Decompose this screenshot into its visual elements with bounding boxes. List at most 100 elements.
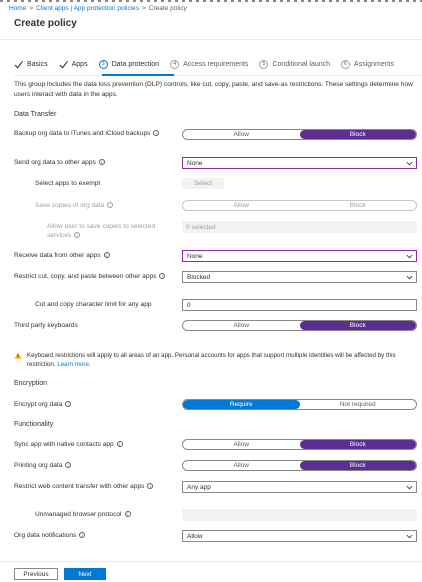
label-text: Printing org data: [14, 462, 63, 469]
breadcrumb-separator: >: [29, 5, 34, 12]
sync-contacts-toggle[interactable]: Allow Block: [182, 439, 417, 450]
info-icon[interactable]: i: [147, 483, 154, 490]
save-services-dropdown[interactable]: 0 selected: [182, 221, 417, 233]
keyboards-label: Third party keyboards: [14, 322, 78, 329]
section-data-transfer: Data Transfer: [14, 111, 57, 118]
checkmark-icon: [59, 60, 68, 68]
step-conditional-launch[interactable]: 5 Conditional launch: [259, 59, 331, 69]
info-icon[interactable]: i: [103, 252, 110, 259]
header-divider: [0, 39, 422, 40]
info-icon[interactable]: i: [74, 232, 81, 239]
toggle-require-option[interactable]: Require: [183, 400, 300, 409]
info-icon[interactable]: i: [98, 159, 105, 166]
step-apps[interactable]: Apps: [59, 60, 88, 69]
chevron-down-icon: [406, 534, 413, 539]
breadcrumb-client-apps-link[interactable]: Client apps | App protection policies: [36, 5, 139, 12]
step-number: 4: [170, 59, 180, 69]
label-text: Org data notifications: [14, 532, 77, 539]
step-label: Basics: [27, 60, 48, 68]
toggle-block-option[interactable]: Block: [299, 130, 416, 139]
toggle-block-option[interactable]: Block: [300, 201, 417, 210]
previous-button[interactable]: Previous: [14, 568, 58, 580]
label-text: Unmanaged browser protocol: [35, 511, 122, 518]
printing-label: Printing org data i: [14, 461, 169, 470]
encrypt-label: Encrypt org data i: [14, 400, 169, 409]
allow-save-services-label: Allow user to save copies to selected se…: [47, 222, 172, 240]
step-assignments[interactable]: 6 Assignments: [341, 59, 395, 69]
toggle-allow-option[interactable]: Allow: [183, 440, 300, 449]
label-text: Restrict cut, copy, and paste between ot…: [14, 273, 157, 280]
backup-toggle[interactable]: Allow Block: [182, 129, 417, 140]
receive-data-dropdown[interactable]: None: [182, 250, 417, 262]
dropdown-value: None: [187, 159, 203, 167]
step-number: 5: [259, 59, 269, 69]
step-label: Apps: [71, 60, 88, 68]
toggle-allow-option[interactable]: Allow: [183, 130, 300, 139]
keyboard-warning: Keyboard restrictions will apply to all …: [14, 351, 418, 369]
save-copies-label: Save copies of org data i: [35, 201, 170, 210]
chevron-down-icon: [406, 161, 413, 166]
breadcrumb-home-link[interactable]: Home: [9, 5, 26, 12]
dropdown-value: Allow: [187, 532, 203, 540]
step-label: Assignments: [354, 60, 395, 68]
notifications-label: Org data notifications i: [14, 531, 169, 540]
toggle-block-option[interactable]: Block: [299, 440, 416, 449]
label-text: Encrypt org data: [14, 401, 63, 408]
step-label: Access requirements: [183, 60, 249, 68]
info-icon[interactable]: i: [159, 273, 166, 280]
save-copies-toggle[interactable]: Allow Block: [182, 200, 417, 211]
breadcrumb: Home > Client apps | App protection polici…: [9, 5, 187, 12]
step-basics[interactable]: Basics: [14, 60, 48, 69]
step-data-protection[interactable]: 3 Data protection: [98, 59, 160, 69]
web-content-label: Restrict web content transfer with other…: [14, 482, 169, 491]
toggle-not-required-option[interactable]: Not required: [300, 400, 417, 409]
chevron-down-icon: [406, 254, 413, 259]
section-encryption: Encryption: [14, 380, 48, 387]
receive-data-label: Receive data from other apps i: [14, 251, 169, 260]
send-org-data-dropdown[interactable]: None: [182, 157, 417, 169]
wizard-steps: Basics Apps 3 Data protection 4 Access r…: [14, 57, 405, 71]
label-text: Sync app with native contacts app: [14, 441, 114, 448]
info-icon[interactable]: i: [153, 130, 160, 137]
step-access-requirements[interactable]: 4 Access requirements: [170, 59, 249, 69]
printing-toggle[interactable]: Allow Block: [182, 460, 417, 471]
info-icon[interactable]: i: [65, 462, 72, 469]
toggle-allow-option[interactable]: Allow: [183, 321, 300, 330]
char-limit-label: Cut and copy character limit for any app: [35, 301, 152, 308]
encrypt-toggle[interactable]: Require Not required: [182, 399, 417, 410]
label-text: Save copies of org data: [35, 202, 105, 209]
info-icon[interactable]: i: [79, 532, 86, 539]
page-title: Create policy: [14, 18, 77, 29]
next-button[interactable]: Next: [64, 568, 106, 580]
exempt-apps-label: Select apps to exempt: [35, 180, 101, 187]
breadcrumb-current: Create policy: [148, 5, 187, 12]
keyboards-toggle[interactable]: Allow Block: [182, 320, 417, 331]
dropdown-value: Any app: [187, 483, 211, 491]
intro-text: This group includes the data loss preven…: [14, 81, 413, 98]
info-icon[interactable]: i: [107, 202, 114, 209]
browser-protocol-input[interactable]: [182, 509, 417, 521]
notifications-dropdown[interactable]: Allow: [182, 530, 417, 542]
learn-more-link[interactable]: Learn more.: [57, 361, 90, 368]
browser-protocol-label: Unmanaged browser protocol i: [35, 510, 170, 519]
step-label: Conditional launch: [272, 60, 331, 68]
info-icon[interactable]: i: [65, 401, 72, 408]
restrict-ccp-dropdown[interactable]: Blocked: [182, 271, 417, 283]
top-dashed-border: [0, 0, 422, 2]
warning-icon: [14, 352, 22, 359]
toggle-allow-option[interactable]: Allow: [183, 461, 300, 470]
char-limit-input[interactable]: 0: [182, 299, 417, 311]
toggle-block-option[interactable]: Block: [299, 461, 416, 470]
toggle-block-option[interactable]: Block: [299, 321, 416, 330]
step-label: Data protection: [111, 60, 160, 68]
info-icon[interactable]: i: [116, 441, 123, 448]
web-content-dropdown[interactable]: Any app: [182, 481, 417, 493]
select-apps-button[interactable]: Select: [182, 178, 224, 189]
dropdown-value: None: [187, 252, 203, 260]
send-org-data-label: Send org data to other apps i: [14, 158, 169, 167]
section-functionality: Functionality: [14, 421, 54, 428]
label-text: Receive data from other apps: [14, 252, 101, 259]
info-icon[interactable]: i: [124, 511, 131, 518]
toggle-allow-option[interactable]: Allow: [183, 201, 300, 210]
dropdown-value: 0 selected: [186, 223, 216, 231]
